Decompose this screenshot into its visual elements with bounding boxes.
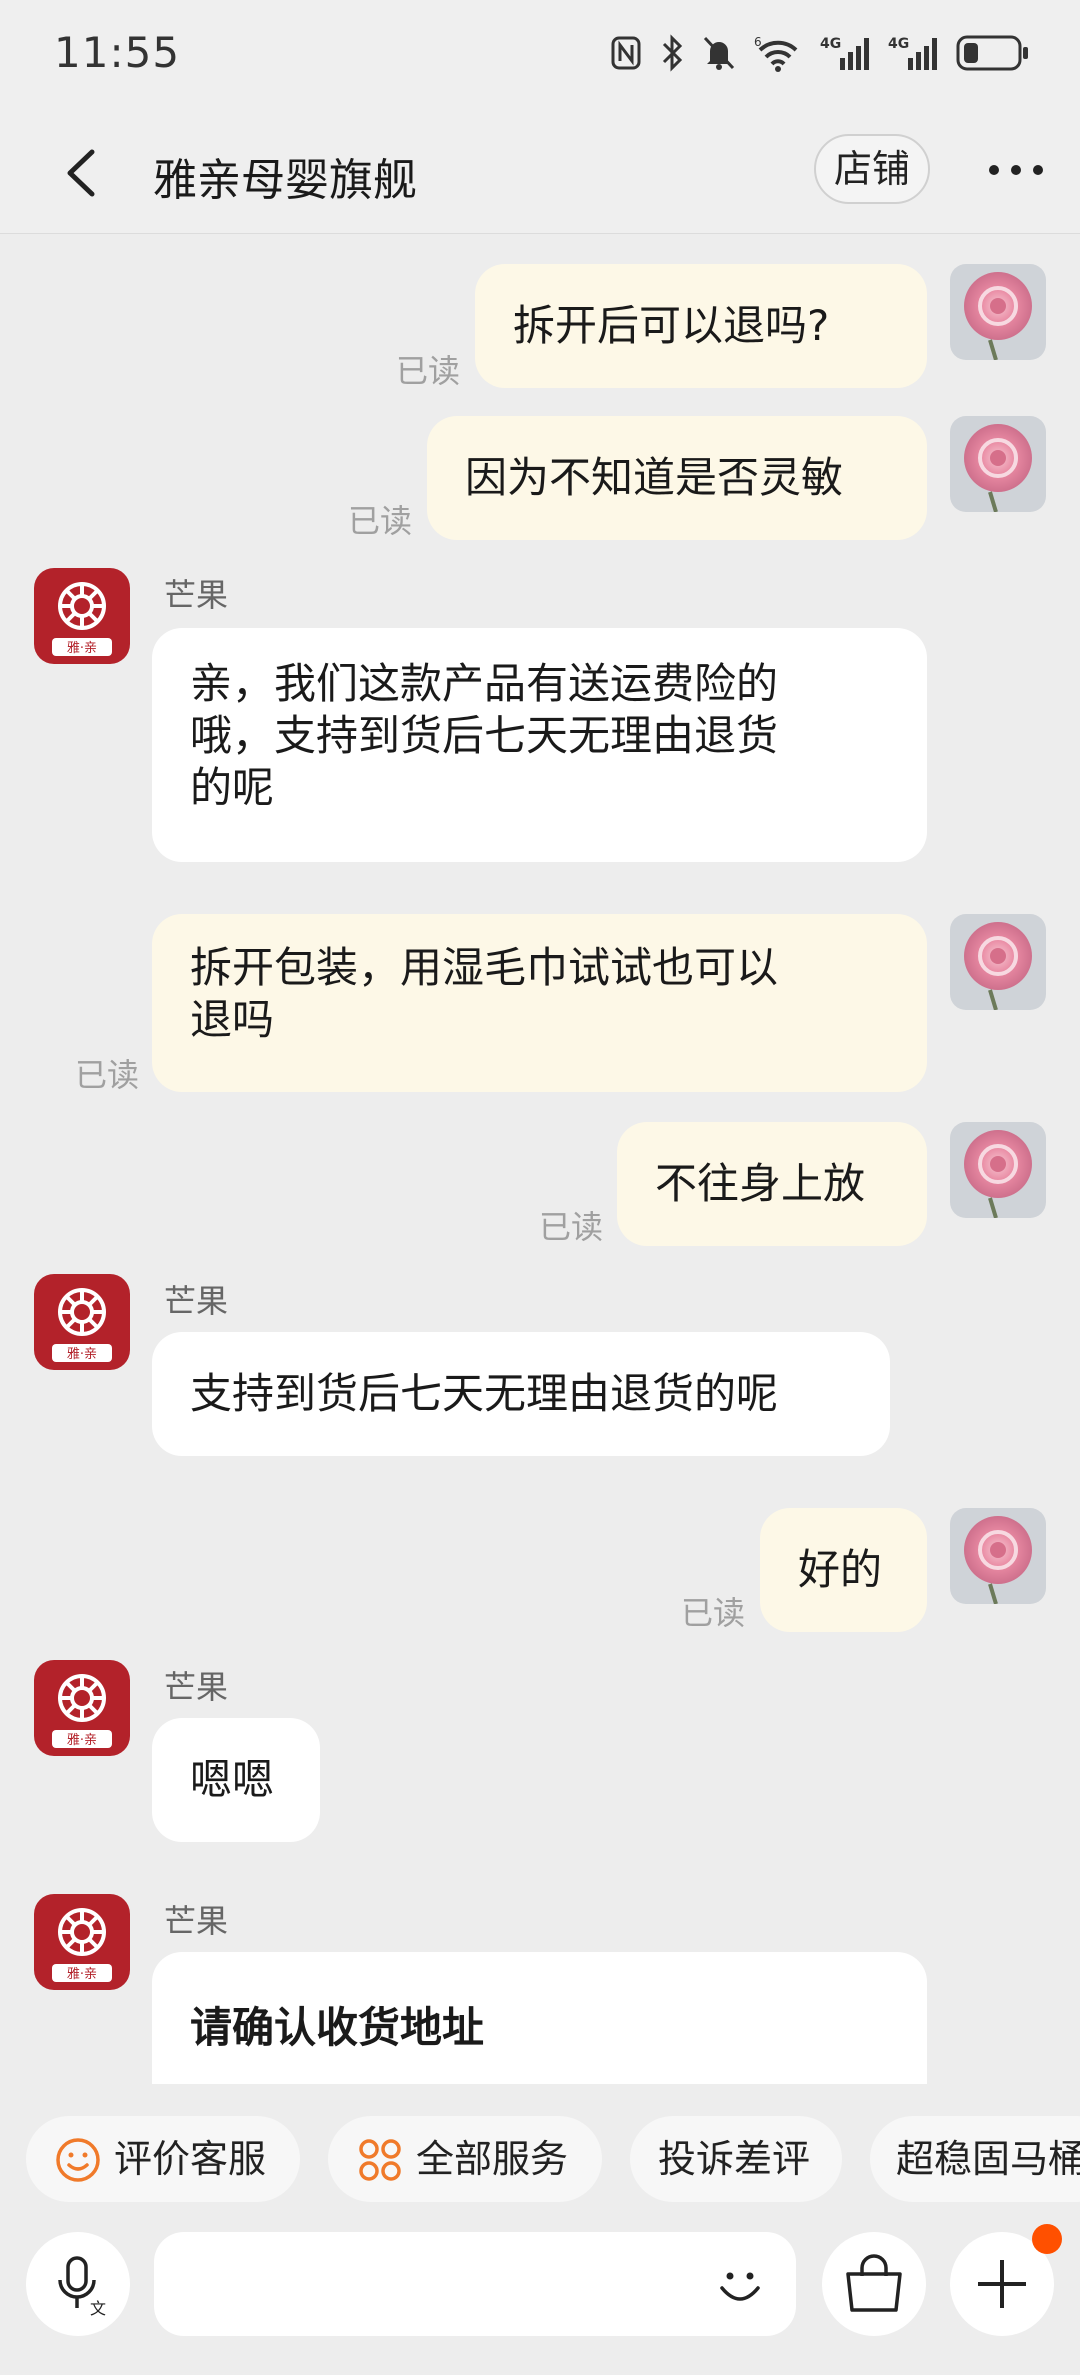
more-options-icon[interactable] <box>986 150 1046 190</box>
wifi-icon: 6 <box>754 35 798 72</box>
shop-button[interactable]: 店铺 <box>814 134 930 204</box>
sender-name: 芒果 <box>164 1902 229 1940</box>
my-message-bubble[interactable]: 拆开包装，用湿毛巾试试也可以 退吗 <box>152 914 927 1092</box>
shopping-bag-icon <box>846 2254 902 2312</box>
shop-logo-text: 雅·亲 <box>67 1967 97 1982</box>
my-message-bubble[interactable]: 不往身上放 <box>617 1122 927 1246</box>
shopping-bag-button[interactable] <box>822 2232 926 2336</box>
chat-header: 雅亲母婴旗舰 店铺 <box>0 110 1080 234</box>
my-avatar[interactable] <box>950 1508 1046 1604</box>
plus-button[interactable] <box>950 2224 1062 2336</box>
my-avatar[interactable] <box>950 264 1046 360</box>
my-message-bubble[interactable]: 好的 <box>760 1508 927 1632</box>
shop-avatar[interactable]: 雅·亲 <box>34 568 130 664</box>
message-list[interactable]: 已读 拆开后可以退吗? 已读 因为不知道是否灵敏 雅·亲 芒果 亲，我们这款产品… <box>0 234 1080 2084</box>
input-bar: 文 <box>0 2220 1080 2375</box>
message-line: 亲，我们这款产品有送运费险的 <box>190 659 779 708</box>
message-text: 拆开后可以退吗? <box>513 301 830 350</box>
mute-bell-icon <box>703 36 735 70</box>
svg-text:4G: 4G <box>820 36 841 52</box>
shop-avatar[interactable]: 雅·亲 <box>34 1894 130 1990</box>
shop-avatar[interactable]: 雅·亲 <box>34 1660 130 1756</box>
my-avatar[interactable] <box>950 416 1046 512</box>
message-line: 退吗 <box>190 995 275 1044</box>
chip-label: 评价客服 <box>114 2137 267 2181</box>
quick-action-bar: 评价客服 全部服务 投诉差评 超稳固马桶 <box>0 2110 1080 2210</box>
grid-services-icon <box>359 2139 401 2181</box>
bluetooth-icon <box>662 34 683 72</box>
message-input[interactable] <box>154 2232 796 2336</box>
product-chip[interactable]: 超稳固马桶 <box>870 2116 1080 2202</box>
my-message-bubble[interactable]: 因为不知道是否灵敏 <box>427 416 927 540</box>
status-icons: 6 4G 4G <box>610 30 1030 76</box>
status-time: 11:55 <box>54 28 181 77</box>
shop-logo-text: 雅·亲 <box>67 641 97 656</box>
back-arrow-icon[interactable] <box>58 146 108 200</box>
signal-4g-icon-1: 4G <box>820 36 869 70</box>
chip-label: 超稳固马桶 <box>896 2137 1080 2181</box>
nfc-icon <box>611 36 641 70</box>
shop-message-bubble[interactable]: 嗯嗯 <box>152 1718 320 1842</box>
chip-label: 全部服务 <box>416 2137 569 2181</box>
battery-icon <box>956 35 1028 71</box>
status-bar: 11:55 6 4G 4G <box>0 0 1080 110</box>
sender-name: 芒果 <box>164 1668 229 1706</box>
rate-service-chip[interactable]: 评价客服 <box>26 2116 300 2202</box>
complaint-chip[interactable]: 投诉差评 <box>630 2116 842 2202</box>
read-receipt: 已读 <box>539 1208 604 1246</box>
signal-4g-icon-2: 4G <box>888 36 937 70</box>
notification-dot <box>1032 2224 1062 2254</box>
svg-text:文: 文 <box>90 2299 106 2318</box>
message-text: 支持到货后七天无理由退货的呢 <box>190 1369 779 1418</box>
voice-input-button[interactable]: 文 <box>26 2232 130 2336</box>
read-receipt: 已读 <box>75 1056 140 1094</box>
chip-label: 投诉差评 <box>658 2137 811 2181</box>
smile-icon <box>56 2138 100 2182</box>
my-avatar[interactable] <box>950 1122 1046 1218</box>
message-line: 拆开包装，用湿毛巾试试也可以 <box>190 943 779 992</box>
message-text: 好的 <box>798 1545 883 1594</box>
emoji-icon[interactable] <box>712 2258 768 2314</box>
shop-title: 雅亲母婴旗舰 <box>153 155 417 206</box>
svg-text:4G: 4G <box>888 36 909 52</box>
read-receipt: 已读 <box>681 1594 746 1632</box>
shop-message-bubble[interactable]: 亲，我们这款产品有送运费险的 哦，支持到货后七天无理由退货 的呢 <box>152 628 927 862</box>
message-line: 哦，支持到货后七天无理由退货 <box>190 711 779 760</box>
address-confirm-card[interactable]: 请确认收货地址 <box>152 1952 927 2084</box>
read-receipt: 已读 <box>396 352 461 390</box>
shop-logo-text: 雅·亲 <box>67 1733 97 1748</box>
message-text: 因为不知道是否灵敏 <box>465 453 844 502</box>
voice-input-icon: 文 <box>58 2256 106 2318</box>
message-text: 不往身上放 <box>655 1159 866 1208</box>
shop-message-bubble[interactable]: 支持到货后七天无理由退货的呢 <box>152 1332 890 1456</box>
message-text: 嗯嗯 <box>190 1755 275 1804</box>
message-line: 的呢 <box>190 763 275 812</box>
read-receipt: 已读 <box>348 502 413 540</box>
card-title: 请确认收货地址 <box>190 2003 485 2052</box>
my-message-bubble[interactable]: 拆开后可以退吗? <box>475 264 927 388</box>
shop-avatar[interactable]: 雅·亲 <box>34 1274 130 1370</box>
my-avatar[interactable] <box>950 914 1046 1010</box>
sender-name: 芒果 <box>164 576 229 614</box>
shop-logo-text: 雅·亲 <box>67 1347 97 1362</box>
all-services-chip[interactable]: 全部服务 <box>328 2116 602 2202</box>
sender-name: 芒果 <box>164 1282 229 1320</box>
